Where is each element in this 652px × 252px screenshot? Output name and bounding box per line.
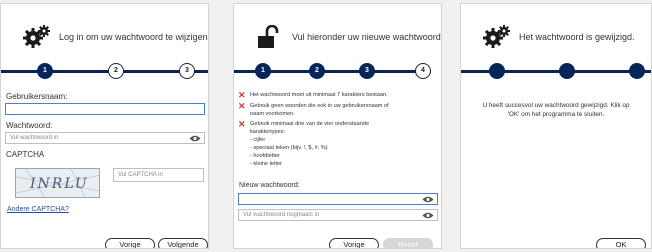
eye-icon[interactable] [189,134,201,143]
step-dot [559,63,575,79]
username-input[interactable] [5,103,205,115]
repeat-password-placeholder: Vul wachtwoord nogmaals in [243,212,320,218]
reset-button[interactable]: Reset [383,238,433,248]
captcha-label: CAPTCHA [6,150,45,159]
step-3: 3 [359,63,375,79]
gears-icon [483,25,511,49]
captcha-image: INRLU [15,168,100,198]
success-panel: Het wachtwoord is gewijzigd. U heeft suc… [460,3,652,249]
step-1: 1 [255,63,271,79]
cross-icon: ✕ [238,90,246,100]
step-1: 1 [37,63,53,79]
new-password-label: Nieuw wachtwoord: [239,182,300,189]
step-3: 3 [179,63,195,79]
new-password-panel: Vul hieronder uw nieuwe wachtwoord in. 1… [233,3,442,249]
new-password-stepper: 1 2 3 4 [234,62,441,80]
unlock-icon [256,24,284,49]
eye-icon[interactable] [422,211,434,220]
password-rule: ✕ Gebruik geen woorden die ook in uw geb… [238,101,389,118]
success-header: Het wachtwoord is gewijzigd. [483,25,647,49]
step-dot [489,63,505,79]
password-rule: ✕ Het wachtwoord moet uit minimaal 7 kar… [238,90,388,100]
ok-button[interactable]: OK [596,238,646,248]
success-message: U heeft succesvol uw wachtwoord gewijzig… [482,102,630,118]
login-panel: Log in om uw wachtwoord te wijzigen. 1 2… [0,3,209,249]
stepper-line [1,70,208,73]
step-2: 2 [108,63,124,79]
success-stepper [461,62,651,80]
login-title: Log in om uw wachtwoord te wijzigen. [59,32,209,42]
repeat-password-input[interactable]: Vul wachtwoord nogmaals in [238,209,438,221]
captcha-text: INRLU [30,176,89,192]
step-2: 2 [309,63,325,79]
previous-button[interactable]: Vorige [329,238,379,248]
next-button[interactable]: Volgende [158,238,208,248]
gears-icon [23,25,51,49]
previous-button[interactable]: Vorige [105,238,155,248]
eye-icon[interactable] [422,195,434,204]
cross-icon: ✕ [238,101,246,111]
password-input[interactable]: Vul wachtwoord in [5,132,205,144]
password-label: Wachtwoord: [6,121,53,130]
login-header: Log in om uw wachtwoord te wijzigen. [23,25,208,49]
success-title: Het wachtwoord is gewijzigd. [519,32,635,42]
new-password-input[interactable] [238,193,438,205]
password-placeholder: Vul wachtwoord in [10,135,59,141]
cross-icon: ✕ [238,119,246,129]
password-rule: ✕ Gebruik minimaal drie van de vier onde… [238,119,370,168]
new-password-header: Vul hieronder uw nieuwe wachtwoord in. [256,24,441,49]
username-label: Gebruikersnaam: [6,92,68,101]
new-password-title: Vul hieronder uw nieuwe wachtwoord in. [292,32,442,42]
step-4: 4 [415,63,431,79]
step-dot [629,63,645,79]
other-captcha-link[interactable]: Andere CAPTCHA? [7,206,69,213]
captcha-input[interactable]: Vul CAPTCHA in [113,168,204,182]
login-stepper: 1 2 3 [1,62,208,80]
